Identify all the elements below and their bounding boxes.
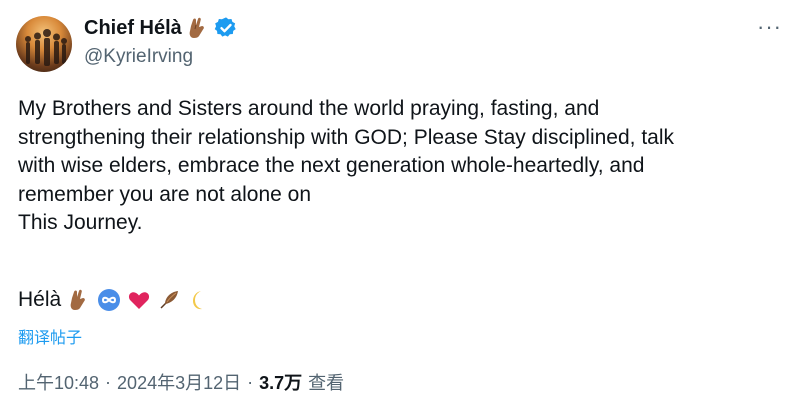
avatar-image	[25, 29, 67, 66]
feather-icon	[157, 288, 181, 312]
crossed-fingers-icon	[67, 288, 91, 312]
post-date[interactable]: 2024年3月12日	[117, 369, 241, 395]
tweet-text: My Brothers and Sisters around the world…	[18, 97, 675, 234]
views-label: 查看	[308, 373, 345, 393]
meta-separator: ·	[105, 371, 112, 392]
heart-icon	[127, 288, 151, 312]
author-display-name[interactable]: Chief Hélà	[84, 16, 182, 40]
signature-text: Hélà	[18, 288, 62, 311]
verified-badge-icon[interactable]	[214, 16, 238, 40]
tweet-signature-row: Hélà	[18, 288, 211, 312]
author-name-row: Chief Hélà	[84, 16, 238, 40]
author-handle[interactable]: @KyrieIrving	[84, 46, 193, 68]
more-options-button[interactable]: ···	[757, 14, 782, 40]
infinity-icon	[97, 288, 121, 312]
tweet-meta: 上午10:48 · 2024年3月12日 · 3.7万 查看	[18, 369, 344, 395]
avatar[interactable]	[16, 16, 72, 72]
views-count: 3.7万	[259, 373, 303, 393]
post-time[interactable]: 上午10:48	[18, 369, 99, 395]
meta-separator: ·	[247, 371, 254, 392]
translate-post-link[interactable]: 翻译帖子	[18, 324, 82, 348]
crossed-fingers-icon	[186, 16, 210, 40]
moon-icon	[187, 288, 211, 312]
